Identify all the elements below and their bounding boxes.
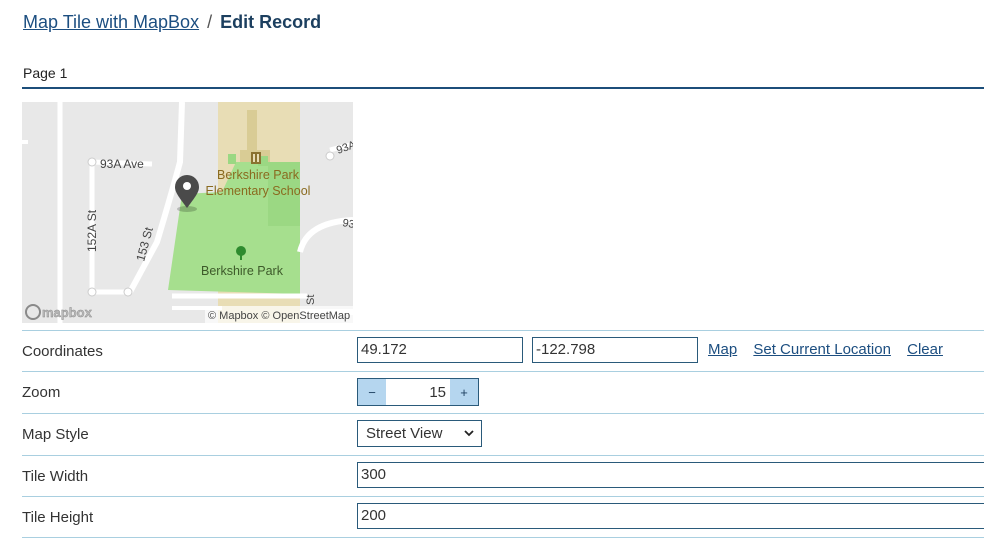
clear-link[interactable]: Clear [907,341,943,358]
zoom-value[interactable]: 15 [386,379,450,405]
map-label-edge-93: 93 [341,217,353,231]
zoom-decrement-button[interactable]: − [358,379,386,405]
map-tile[interactable]: 93A Ave 152A St 153 St Berkshire Park El… [22,102,353,323]
zoom-row: Zoom − 15 + [22,371,984,413]
map-style-select[interactable]: Street View [357,420,482,447]
map-label-school-line1: Berkshire Park [217,168,300,182]
coordinates-label: Coordinates [22,343,103,360]
coordinates-row: Coordinates 49.172 -122.798 Map Set Curr… [22,330,984,372]
tile-height-input[interactable]: 200 [357,503,984,529]
mapbox-logo-text: mapbox [42,305,93,320]
tile-width-input[interactable]: 300 [357,462,984,488]
zoom-stepper[interactable]: − 15 + [357,378,479,406]
zoom-label: Zoom [22,384,61,401]
map-attribution[interactable]: © Mapbox © OpenStreetMap [208,310,350,322]
breadcrumb-separator: / [207,12,213,32]
tile-height-label: Tile Height [22,509,94,526]
breadcrumb-parent-link[interactable]: Map Tile with MapBox [23,12,199,32]
page-title: Edit Record [220,12,322,32]
tile-width-label: Tile Width [22,468,89,485]
map-canvas: 93A Ave 152A St 153 St Berkshire Park El… [22,102,353,323]
map-link[interactable]: Map [708,341,737,358]
set-current-location-link[interactable]: Set Current Location [753,341,891,358]
zoom-increment-button[interactable]: + [450,379,478,405]
map-style-label: Map Style [22,426,89,443]
tile-height-row: Tile Height 200 [22,496,984,538]
map-label-edge-st: St [305,295,317,305]
map-label-152a-st: 152A St [85,209,99,252]
breadcrumb: Map Tile with MapBox / Edit Record [23,12,321,33]
chevron-down-icon [464,430,474,437]
latitude-input[interactable]: 49.172 [357,337,523,363]
tab-page-1[interactable]: Page 1 [23,65,67,81]
form-bottom-divider [22,537,984,538]
map-label-93a-ave: 93A Ave [100,157,144,171]
map-style-value: Street View [366,425,443,442]
tab-divider [22,87,984,89]
map-style-row: Map Style Street View [22,413,984,455]
tile-width-row: Tile Width 300 [22,455,984,497]
map-label-school-line2: Elementary School [206,184,311,198]
longitude-input[interactable]: -122.798 [532,337,698,363]
map-label-park: Berkshire Park [201,264,284,278]
